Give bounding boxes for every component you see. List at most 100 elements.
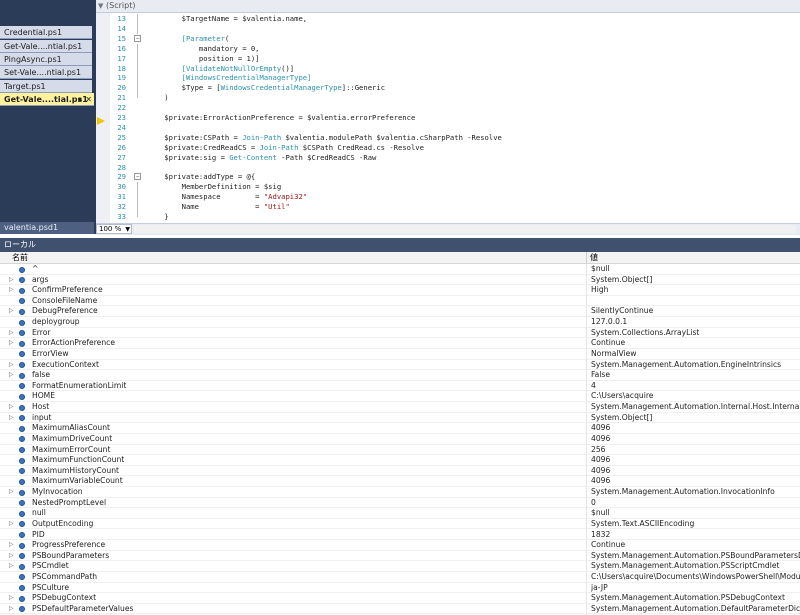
code-line[interactable]: 32 Name = "Util" (96, 202, 800, 213)
expand-triangle-icon[interactable]: ▷ (9, 370, 14, 381)
locals-row[interactable]: MaximumDriveCount 4096 (0, 433, 800, 445)
code-line[interactable]: 26 $private:CredReadCS = Join-Path $CSPa… (96, 143, 800, 153)
locals-row[interactable]: MaximumHistoryCount 4096 (0, 465, 800, 477)
expand-triangle-icon[interactable]: ▷ (9, 593, 14, 604)
code-line[interactable]: 33 } (96, 212, 800, 222)
code-line[interactable]: 27 $private:sig = Get-Content -Path $Cre… (96, 153, 800, 163)
locals-row[interactable]: MaximumAliasCount 4096 (0, 423, 800, 435)
code-line[interactable]: 29− $private:addType = @{ (96, 172, 800, 182)
locals-row[interactable]: ▷ false False (0, 370, 800, 382)
locals-row[interactable]: ▷ PSBoundParameters System.Management.Auto… (0, 550, 800, 562)
variable-value: System.Management.Automation.PSBoundPara… (591, 550, 800, 560)
locals-row[interactable]: ▷ ErrorActionPreference Continue (0, 338, 800, 350)
locals-row[interactable]: ▷ args System.Object[] (0, 274, 800, 286)
locals-row[interactable]: ▷ PSCmdlet System.Management.Automation.PS… (0, 561, 800, 573)
column-value-header[interactable]: 値 (590, 252, 598, 263)
column-separator (586, 327, 587, 339)
locals-row[interactable]: MaximumFunctionCount 4096 (0, 455, 800, 467)
document-tab[interactable]: Get-Vale....tial.ps1 ▪ ✕ (0, 93, 94, 106)
expand-triangle-icon[interactable]: ▷ (9, 285, 14, 296)
expand-triangle-icon[interactable]: ▷ (9, 540, 14, 551)
code-line[interactable]: 19 [WindowsCredentialManagerType] (96, 73, 800, 84)
code-line[interactable]: 22 (96, 103, 800, 113)
code-line[interactable]: 23 $private:ErrorActionPreference = $val… (96, 113, 800, 123)
locals-row[interactable]: HOME C:\Users\acquire (0, 391, 800, 403)
locals-row[interactable]: MaximumErrorCount 256 (0, 444, 800, 456)
expand-triangle-icon[interactable]: ▷ (9, 275, 14, 286)
close-icon[interactable]: ✕ (85, 93, 92, 105)
horizontal-scrollbar[interactable] (134, 225, 796, 233)
locals-row[interactable]: ▷ Host System.Management.Automation.Intern… (0, 402, 800, 414)
expand-triangle-icon[interactable]: ▷ (9, 338, 14, 349)
scope-dropdown[interactable]: (Script) (106, 0, 135, 12)
code-line[interactable]: 14 (96, 23, 800, 34)
variable-icon (19, 308, 25, 315)
code-line[interactable]: 17 position = 1)] (96, 53, 800, 64)
document-tab[interactable]: Target.ps1 (0, 80, 92, 93)
locals-row[interactable]: PID 1832 (0, 529, 800, 541)
code-editor[interactable]: 13 $TargetName = $valentia.name, 14 15− [P… (96, 13, 800, 223)
locals-row[interactable]: ConsoleFileName (0, 295, 800, 307)
column-separator (586, 423, 587, 435)
expand-triangle-icon[interactable]: ▷ (9, 360, 14, 371)
code-line[interactable]: 18 [ValidateNotNullOrEmpty()] (96, 63, 800, 74)
expand-triangle-icon[interactable]: ▷ (9, 519, 14, 530)
code-line[interactable]: 24 (96, 123, 800, 133)
document-tab[interactable]: Set-Vale....ntial.ps1 (0, 66, 92, 79)
code-line[interactable]: 31 Namespace = "Advapi32" (96, 192, 800, 203)
locals-row[interactable]: ▷ OutputEncoding System.Text.ASCIIEncoding (0, 518, 800, 530)
code-line[interactable]: 28 (96, 163, 800, 173)
locals-row[interactable]: ^ $null (0, 264, 800, 275)
code-token: $valentia.modulePath $valentia.cSharpPat… (281, 132, 502, 142)
document-tab[interactable]: PingAsync.ps1 (0, 53, 92, 66)
bottom-document-tab[interactable]: valentia.psd1 (0, 222, 94, 234)
document-tab[interactable]: Credential.ps1 (0, 26, 92, 39)
expand-triangle-icon[interactable]: ▷ (9, 306, 14, 317)
code-line[interactable]: 16 mandatory = 0, (96, 43, 800, 54)
expand-triangle-icon[interactable]: ▷ (9, 551, 14, 562)
pin-icon[interactable]: ▪ (78, 93, 82, 105)
column-separator[interactable] (586, 252, 587, 263)
expand-triangle-icon[interactable]: ▷ (9, 561, 14, 572)
expand-triangle-icon[interactable]: ▷ (9, 402, 14, 413)
outline-guide (137, 53, 138, 64)
locals-row[interactable]: MaximumVariableCount 4096 (0, 476, 800, 488)
locals-row[interactable]: ▷ ExecutionContext System.Management.Autom… (0, 359, 800, 371)
locals-row[interactable]: ▷ input System.Object[] (0, 412, 800, 424)
document-tab[interactable]: Get-Vale....ntial.ps1 (0, 40, 92, 53)
locals-row[interactable]: PSCulture ja-JP (0, 582, 800, 594)
locals-row[interactable]: FormatEnumerationLimit 4 (0, 380, 800, 392)
code-line[interactable]: 30 MemberDefinition = $sig (96, 182, 800, 193)
expand-triangle-icon[interactable]: ▷ (9, 604, 14, 615)
code-line[interactable]: 20 $Type = [WindowsCredentialManagerType… (96, 83, 800, 94)
locals-row[interactable]: ▷ ConfirmPreference High (0, 285, 800, 297)
locals-row[interactable]: ▷ ProgressPreference Continue (0, 540, 800, 552)
locals-row[interactable]: ErrorView NormalView (0, 348, 800, 360)
locals-row[interactable]: ▷ Error System.Collections.ArrayList (0, 327, 800, 339)
code-line[interactable]: 15− [Parameter( (96, 34, 800, 44)
expand-triangle-icon[interactable]: ▷ (9, 413, 14, 424)
locals-row[interactable]: ▷ PSDebugContext System.Management.Automat… (0, 593, 800, 605)
code-line[interactable]: 25 $private:CSPath = Join-Path $valentia… (96, 133, 800, 143)
column-name-header[interactable]: 名前 (12, 252, 28, 263)
code-line[interactable]: 13 $TargetName = $valentia.name, (96, 14, 800, 24)
expand-triangle-icon[interactable]: ▷ (9, 328, 14, 339)
code-line[interactable]: 21 ) (96, 93, 800, 103)
locals-row[interactable]: null $null (0, 508, 800, 520)
code-token: $private:sig = (147, 152, 230, 162)
locals-row[interactable]: NestedPromptLevel 0 (0, 497, 800, 509)
scope-dropdown-icon[interactable]: ▼ (98, 0, 103, 12)
expand-triangle-icon[interactable]: ▷ (9, 487, 14, 498)
zoom-dropdown[interactable]: 100 % ▼ (96, 224, 132, 234)
collapse-icon[interactable]: − (134, 34, 141, 42)
locals-row[interactable]: ▷ PSDefaultParameterValues System.Manageme… (0, 603, 800, 615)
document-tab-label: Target.ps1 (4, 82, 46, 91)
column-separator (586, 603, 587, 615)
collapse-icon[interactable]: − (134, 173, 141, 181)
locals-row[interactable]: PSCommandPath C:\Users\acquire\Documents\… (0, 571, 800, 583)
variable-icon (19, 383, 25, 390)
locals-row[interactable]: ▷ MyInvocation System.Management.Automatio… (0, 487, 800, 499)
locals-row[interactable]: deploygroup 127.0.0.1 (0, 317, 800, 329)
locals-row[interactable]: ▷ DebugPreference SilentlyContinue (0, 306, 800, 318)
